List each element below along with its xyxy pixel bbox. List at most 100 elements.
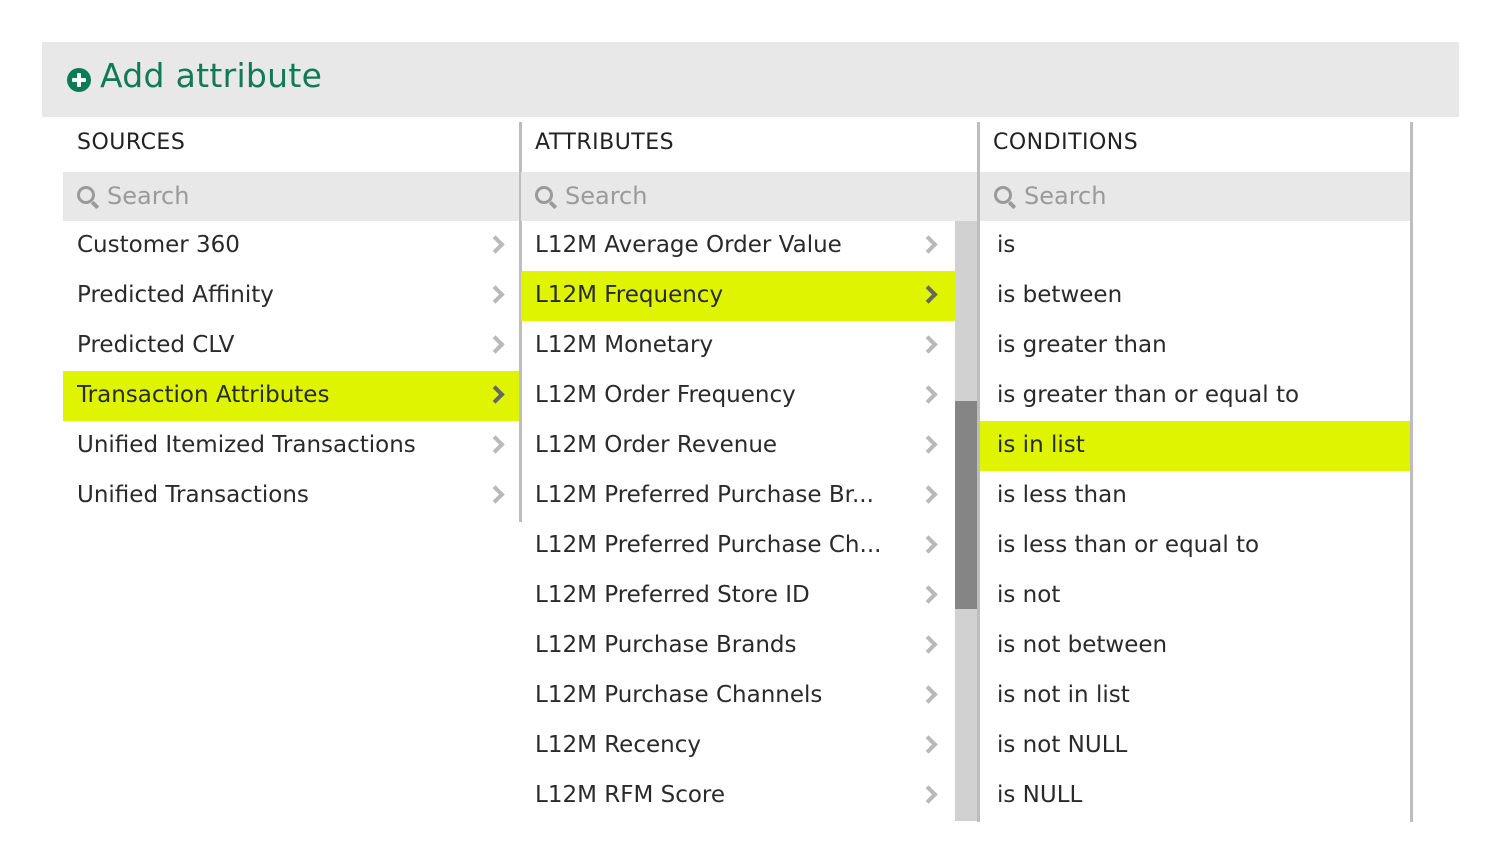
conditions-item-label: is in list (997, 432, 1085, 458)
attributes-list-item[interactable]: L12M Recency (521, 721, 955, 771)
conditions-list: is is between is greater than is greater th… (980, 221, 1412, 821)
sources-item-label: Unified Transactions (77, 482, 309, 508)
conditions-item-label: is less than (997, 482, 1127, 508)
sources-list-item[interactable]: Predicted Affinity (63, 271, 520, 321)
attributes-list-item[interactable]: L12M Preferred Purchase Ch... (521, 521, 955, 571)
conditions-list-item[interactable]: is less than (980, 471, 1412, 521)
conditions-item-label: is not between (997, 632, 1168, 658)
chevron-right-icon (919, 235, 938, 254)
conditions-item-label: is not in list (997, 682, 1130, 708)
attributes-item-label: L12M Preferred Store ID (535, 582, 810, 608)
chevron-right-icon (919, 285, 938, 304)
conditions-search (980, 172, 1412, 221)
add-attribute-header: Add attribute (42, 42, 1459, 117)
conditions-title: CONDITIONS (993, 130, 1139, 155)
sources-item-label: Unified Itemized Transactions (77, 432, 416, 458)
search-icon (994, 186, 1012, 204)
conditions-list-item[interactable]: is less than or equal to (980, 521, 1412, 571)
chevron-right-icon (486, 485, 505, 504)
search-icon (77, 186, 95, 204)
conditions-list-item[interactable]: is between (980, 271, 1412, 321)
sources-item-label: Transaction Attributes (77, 382, 330, 408)
sources-title: SOURCES (77, 130, 186, 155)
chevron-right-icon (919, 435, 938, 454)
conditions-list-item[interactable]: is in list (980, 421, 1412, 471)
conditions-divider (1410, 122, 1413, 822)
conditions-item-label: is between (997, 282, 1123, 308)
conditions-item-label: is NULL (997, 782, 1083, 808)
conditions-item-label: is greater than or equal to (997, 382, 1300, 408)
conditions-list-item[interactable]: is not NULL (980, 721, 1412, 771)
sources-item-label: Customer 360 (77, 232, 240, 258)
attributes-title: ATTRIBUTES (535, 130, 675, 155)
attributes-search-input[interactable] (565, 179, 965, 213)
chevron-right-icon (919, 585, 938, 604)
conditions-list-item[interactable]: is not (980, 571, 1412, 621)
chevron-right-icon (919, 685, 938, 704)
attributes-search (521, 172, 978, 221)
conditions-list-item[interactable]: is not between (980, 621, 1412, 671)
conditions-list-item[interactable]: is not in list (980, 671, 1412, 721)
conditions-item-label: is not (997, 582, 1061, 608)
conditions-list-item[interactable]: is (980, 221, 1412, 271)
attributes-item-label: L12M Monetary (535, 332, 714, 358)
chevron-right-icon (486, 335, 505, 354)
chevron-right-icon (919, 335, 938, 354)
attributes-item-label: L12M Order Frequency (535, 382, 796, 408)
chevron-right-icon (919, 735, 938, 754)
attributes-item-label: L12M Average Order Value (535, 232, 842, 258)
attributes-item-label: L12M Recency (535, 732, 701, 758)
plus-circle-icon[interactable] (67, 68, 91, 92)
chevron-right-icon (919, 485, 938, 504)
conditions-column: CONDITIONS isis betweenis greater thanis… (980, 122, 1412, 822)
attributes-item-label: L12M Frequency (535, 282, 724, 308)
attributes-item-label: L12M Purchase Channels (535, 682, 823, 708)
conditions-list-item[interactable]: is NULL (980, 771, 1412, 821)
attributes-item-label: L12M RFM Score (535, 782, 726, 808)
conditions-search-input[interactable] (1024, 179, 1404, 213)
attributes-column: ATTRIBUTES L12M Average Order ValueL12M … (521, 122, 978, 822)
attributes-list-item[interactable]: L12M Preferred Purchase Br... (521, 471, 955, 521)
search-icon (535, 186, 553, 204)
conditions-list-item[interactable]: is greater than (980, 321, 1412, 371)
attributes-list-item[interactable]: L12M RFM Score (521, 771, 955, 821)
chevron-right-icon (919, 385, 938, 404)
attributes-item-label: L12M Purchase Brands (535, 632, 797, 658)
chevron-right-icon (486, 285, 505, 304)
chevron-right-icon (919, 635, 938, 654)
chevron-right-icon (486, 435, 505, 454)
sources-list: Customer 360 Predicted Affinity Predicted … (63, 221, 520, 521)
sources-list-item[interactable]: Customer 360 (63, 221, 520, 271)
attributes-item-label: L12M Preferred Purchase Ch... (535, 532, 882, 558)
sources-list-item[interactable]: Unified Itemized Transactions (63, 421, 520, 471)
attributes-list-item[interactable]: L12M Monetary (521, 321, 955, 371)
attributes-list-item[interactable]: L12M Preferred Store ID (521, 571, 955, 621)
header-title[interactable]: Add attribute (100, 56, 322, 95)
conditions-item-label: is not NULL (997, 732, 1128, 758)
attributes-list-item[interactable]: L12M Purchase Channels (521, 671, 955, 721)
sources-list-item[interactable]: Unified Transactions (63, 471, 520, 521)
attributes-list-item[interactable]: L12M Average Order Value (521, 221, 955, 271)
attributes-list-item[interactable]: L12M Purchase Brands (521, 621, 955, 671)
sources-search-input[interactable] (107, 179, 507, 213)
chevron-right-icon (919, 785, 938, 804)
sources-list-item[interactable]: Transaction Attributes (63, 371, 520, 421)
conditions-item-label: is less than or equal to (997, 532, 1260, 558)
attributes-item-label: L12M Order Revenue (535, 432, 778, 458)
conditions-list-item[interactable]: is greater than or equal to (980, 371, 1412, 421)
chevron-right-icon (919, 535, 938, 554)
sources-item-label: Predicted CLV (77, 332, 235, 358)
attributes-list: L12M Average Order Value L12M Frequency L1… (521, 221, 955, 821)
conditions-item-label: is greater than (997, 332, 1167, 358)
attributes-list-item[interactable]: L12M Order Revenue (521, 421, 955, 471)
chevron-right-icon (486, 385, 505, 404)
sources-column: SOURCES Customer 360 Predicted Affinity Pr… (63, 122, 520, 522)
sources-search (63, 172, 520, 221)
attributes-list-item[interactable]: L12M Order Frequency (521, 371, 955, 421)
conditions-item-label: is (997, 232, 1016, 258)
attributes-list-item[interactable]: L12M Frequency (521, 271, 955, 321)
sources-item-label: Predicted Affinity (77, 282, 274, 308)
sources-list-item[interactable]: Predicted CLV (63, 321, 520, 371)
chevron-right-icon (486, 235, 505, 254)
attributes-item-label: L12M Preferred Purchase Br... (535, 482, 874, 508)
